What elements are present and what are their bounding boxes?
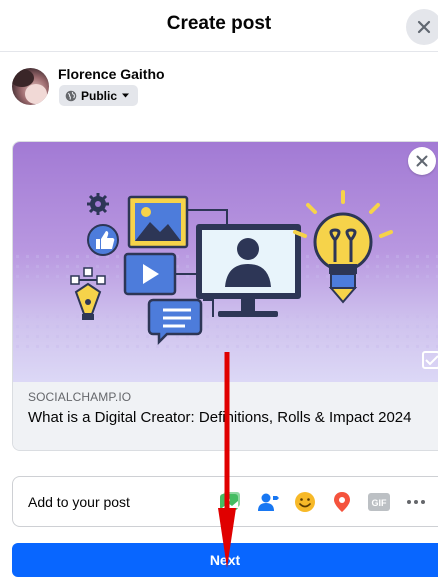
gif-icon: GIF xyxy=(368,493,390,511)
link-preview-card[interactable]: SOCIALCHAMP.IO What is a Digital Creator… xyxy=(12,141,438,451)
add-to-post-bar: Add to your post GIF xyxy=(12,476,438,527)
dialog-header: Create post xyxy=(0,0,438,52)
privacy-label: Public xyxy=(81,88,118,103)
create-post-dialog: Create post Florence Gaitho Public SOCIA… xyxy=(0,0,438,586)
dialog-title: Create post xyxy=(166,13,272,34)
more-options-button[interactable] xyxy=(403,489,429,515)
tag-people-icon xyxy=(258,493,279,511)
more-icon xyxy=(407,500,425,504)
feeling-activity-button[interactable] xyxy=(292,489,318,515)
photo-video-button[interactable] xyxy=(217,489,243,515)
caret-down-icon xyxy=(122,93,130,98)
author-name[interactable]: Florence Gaitho xyxy=(58,66,165,82)
avatar[interactable] xyxy=(12,68,49,105)
tag-people-button[interactable] xyxy=(255,489,281,515)
link-preview-image xyxy=(13,142,438,382)
close-icon xyxy=(416,155,428,167)
close-dialog-button[interactable] xyxy=(406,9,438,45)
link-preview-meta: SOCIALCHAMP.IO What is a Digital Creator… xyxy=(13,382,438,450)
svg-text:GIF: GIF xyxy=(372,498,388,508)
gif-button[interactable]: GIF xyxy=(366,489,392,515)
link-domain: SOCIALCHAMP.IO xyxy=(28,390,132,404)
check-in-button[interactable] xyxy=(329,489,355,515)
check-in-icon xyxy=(334,492,350,512)
photo-video-icon xyxy=(220,492,240,510)
close-icon xyxy=(417,20,431,34)
link-title: What is a Digital Creator: Definitions, … xyxy=(28,409,412,426)
privacy-selector-button[interactable]: Public xyxy=(59,85,139,106)
feeling-icon xyxy=(295,492,315,512)
next-button[interactable]: Next xyxy=(12,543,438,577)
globe-icon xyxy=(65,90,77,101)
add-to-post-label: Add to your post xyxy=(28,494,130,510)
remove-preview-button[interactable] xyxy=(408,147,436,175)
